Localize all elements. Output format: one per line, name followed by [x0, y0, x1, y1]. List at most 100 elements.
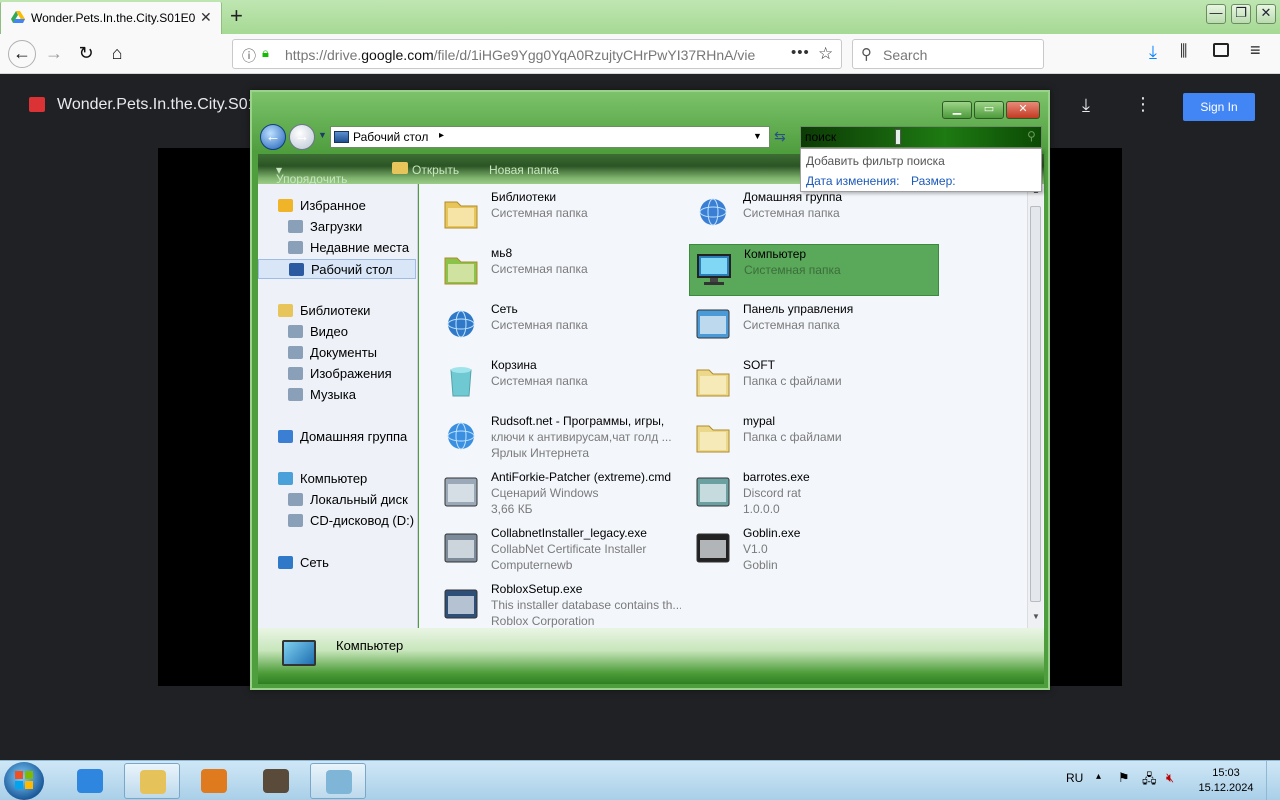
home-icon[interactable]: ⌂ — [105, 42, 129, 66]
file-item[interactable]: Панель управления Системная папка — [689, 300, 939, 352]
file-item[interactable]: SOFT Папка с файлами — [689, 356, 939, 408]
explorer-maximize-button[interactable]: ▭ — [974, 101, 1004, 119]
network-tray-icon[interactable]: 🖧︎ — [1142, 770, 1157, 792]
sidebar-icon[interactable] — [1213, 43, 1229, 57]
menu-icon[interactable]: ≡ — [1250, 40, 1261, 61]
scroll-thumb[interactable] — [1030, 206, 1041, 602]
explorer-window[interactable]: ▁ ▭ ✕ ← → ▼ Рабочий стол ▸ ▼ ⇆ поиск ⚲ Д… — [250, 90, 1050, 690]
file-item[interactable]: RobloxSetup.exe This installer database c… — [437, 580, 687, 632]
file-list: ▲ ▼ БиблиотекиСистемная папкаДомашняя гр… — [419, 184, 1044, 628]
app-window-icon — [691, 470, 735, 514]
file-type: ключи к антивирусам,чат голд ... — [491, 430, 672, 444]
page-info-icon[interactable]: ⓘ — [242, 46, 256, 66]
nav-item[interactable]: Изображения — [258, 364, 416, 384]
minimize-button[interactable]: — — [1206, 4, 1226, 24]
volume-muted-icon[interactable]: 🔇︎ — [1166, 770, 1174, 786]
browser-nav-bar: ← → ↻ ⌂ ⓘ 🔒︎ https://drive.google.com/fi… — [0, 34, 1280, 74]
nav-item[interactable]: Сеть — [258, 553, 416, 573]
forward-button[interactable]: → — [289, 124, 315, 150]
clock[interactable]: 15:03 15.12.2024 — [1196, 766, 1256, 796]
file-item[interactable]: Корзина Системная папка — [437, 356, 687, 408]
nav-item[interactable]: CD-дисковод (D:) — [258, 511, 416, 531]
file-item[interactable]: Goblin.exe V1.0 Goblin — [689, 524, 939, 576]
action-center-flag-icon[interactable]: ⚑ — [1118, 770, 1130, 786]
nav-item-label: Библиотеки — [300, 303, 371, 318]
nav-item[interactable]: Рабочий стол — [258, 259, 416, 279]
raccoon-app-taskbar-icon[interactable] — [248, 763, 304, 799]
add-search-filter: Добавить фильтр поиска — [806, 154, 945, 168]
nav-item[interactable]: Избранное — [258, 196, 416, 216]
search-icon[interactable]: ⚲ — [1027, 129, 1036, 143]
restore-button[interactable]: ❐ — [1231, 4, 1251, 24]
note-app-taskbar-icon[interactable] — [310, 763, 366, 799]
organize-button[interactable]: Упорядочить ▾ — [276, 163, 347, 186]
explorer-minimize-button[interactable]: ▁ — [942, 101, 972, 119]
file-item[interactable]: barrotes.exe Discord rat 1.0.0.0 — [689, 468, 939, 520]
ie-taskbar-icon[interactable] — [62, 763, 118, 799]
file-item[interactable]: AntiForkie-Patcher (extreme).cmd Сценарий… — [437, 468, 687, 520]
scroll-down-icon[interactable]: ▼ — [1032, 612, 1040, 621]
tray-expand-icon[interactable]: ▴ — [1096, 771, 1101, 782]
forward-arrow-icon[interactable]: → — [42, 42, 66, 66]
explorer-taskbar-icon[interactable] — [124, 763, 180, 799]
open-button[interactable]: Открыть — [412, 163, 459, 177]
address-dropdown-icon[interactable]: ▼ — [753, 131, 762, 141]
file-item[interactable]: Сеть Системная папка — [437, 300, 687, 352]
raccoon-app-glyph-icon — [263, 769, 289, 793]
sign-in-button[interactable]: Sign In — [1183, 93, 1255, 121]
download-icon[interactable]: ⤓ — [1149, 42, 1157, 63]
browser-tab[interactable]: Wonder.Pets.In.the.City.S01E01 ✕ — [0, 2, 222, 34]
address-bar[interactable]: Рабочий стол ▸ ▼ — [330, 126, 770, 148]
vertical-scrollbar[interactable]: ▲ ▼ — [1027, 184, 1043, 628]
file-type: Папка с файлами — [743, 374, 842, 388]
search-icon: ⚲ — [861, 46, 872, 63]
explorer-close-button[interactable]: ✕ — [1006, 101, 1040, 119]
explorer-search-box[interactable]: поиск ⚲ — [800, 126, 1042, 148]
library-icon[interactable]: ⫼ — [1180, 43, 1187, 61]
start-button[interactable] — [4, 762, 44, 800]
new-folder-button[interactable]: Новая папка — [489, 163, 559, 177]
page-actions-icon[interactable]: ••• — [791, 44, 810, 61]
drive-download-icon[interactable]: ⤓ — [1082, 95, 1090, 116]
nav-item[interactable]: Локальный диск — [258, 490, 416, 510]
file-type: Папка с файлами — [743, 430, 842, 444]
refresh-icon[interactable]: ⇆ — [774, 128, 786, 145]
language-indicator[interactable]: RU — [1066, 771, 1083, 785]
file-item[interactable]: Домашняя группа Системная папка — [689, 188, 939, 240]
close-tab-icon[interactable]: ✕ — [200, 9, 212, 26]
file-item[interactable]: мь8 Системная папка — [437, 244, 687, 296]
nav-item[interactable]: Видео — [258, 322, 416, 342]
new-tab-button[interactable]: + — [230, 3, 243, 29]
nav-item[interactable]: Документы — [258, 343, 416, 363]
nav-item[interactable]: Загрузки — [258, 217, 416, 237]
back-arrow-icon[interactable]: ← — [8, 40, 36, 68]
file-item[interactable]: CollabnetInstaller_legacy.exe CollabNet C… — [437, 524, 687, 576]
reload-icon[interactable]: ↻ — [74, 42, 98, 66]
bookmark-star-icon[interactable]: ☆ — [818, 44, 833, 64]
breadcrumb-arrow-icon[interactable]: ▸ — [439, 130, 444, 141]
media-player-taskbar-icon[interactable] — [186, 763, 242, 799]
file-item[interactable]: Rudsoft.net - Программы, игры, ключи к ан… — [437, 412, 687, 464]
filter-size[interactable]: Размер: — [911, 174, 956, 188]
browser-tab-bar: Wonder.Pets.In.the.City.S01E01 ✕ + — ❐ ✕ — [0, 0, 1280, 34]
close-button[interactable]: ✕ — [1256, 4, 1276, 24]
show-desktop-button[interactable] — [1266, 761, 1280, 800]
nav-item[interactable]: Компьютер — [258, 469, 416, 489]
file-name: mypal — [743, 414, 776, 428]
file-item[interactable]: Библиотеки Системная папка — [437, 188, 687, 240]
lock-icon[interactable]: 🔒︎ — [262, 45, 269, 61]
file-type: Системная папка — [491, 318, 588, 332]
file-item[interactable]: Компьютер Системная папка — [689, 244, 939, 296]
file-type: CollabNet Certificate Installer — [491, 542, 647, 556]
url-bar[interactable]: ⓘ 🔒︎ https://drive.google.com/file/d/1iH… — [232, 39, 842, 69]
back-button[interactable]: ← — [260, 124, 286, 150]
recent-pages-chevron-icon[interactable]: ▼ — [318, 130, 327, 140]
filter-date-modified[interactable]: Дата изменения: — [806, 174, 900, 188]
file-item[interactable]: mypal Папка с файлами — [689, 412, 939, 464]
nav-item[interactable]: Недавние места — [258, 238, 416, 258]
nav-item[interactable]: Музыка — [258, 385, 416, 405]
more-options-icon[interactable]: ⋮ — [1134, 94, 1152, 115]
nav-item[interactable]: Библиотеки — [258, 301, 416, 321]
nav-item[interactable]: Домашняя группа — [258, 427, 416, 447]
search-bar[interactable]: ⚲ Search — [852, 39, 1044, 69]
